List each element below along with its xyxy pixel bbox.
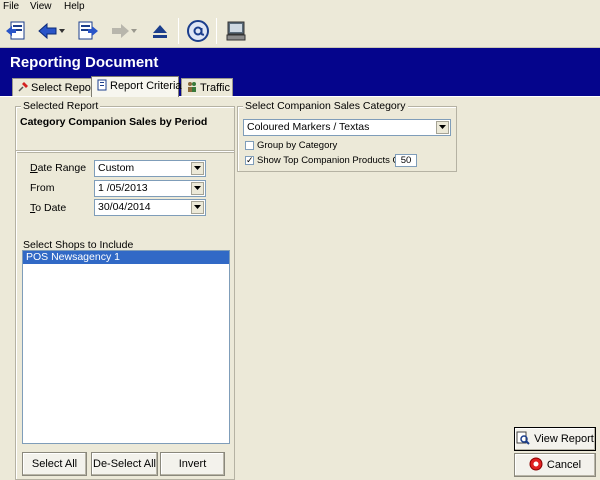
companion-category-value: Coloured Markers / Textas (247, 121, 370, 133)
pin-icon (17, 81, 29, 96)
select-all-button[interactable]: Select All (22, 452, 87, 476)
back-dropdown-icon[interactable] (56, 17, 68, 45)
to-date-picker[interactable]: 30/04/2014 (94, 199, 206, 216)
invert-button[interactable]: Invert (160, 452, 225, 476)
tab-strip: Select Report Report Criteria Traffic (0, 76, 600, 97)
date-range-label: Date Range (30, 162, 87, 174)
tab-report-criteria-label: Report Criteria (110, 80, 182, 92)
companion-category-group: Select Companion Sales Category Coloured… (237, 100, 457, 172)
checkmark-icon: ✓ (246, 155, 254, 165)
tab-traffic-label: Traffic (200, 82, 230, 94)
from-date-value: 1 /05/2013 (98, 182, 148, 194)
eject-icon[interactable] (146, 17, 174, 45)
document-icon (96, 79, 108, 94)
tab-report-criteria[interactable]: Report Criteria (91, 76, 182, 97)
group-by-category-checkbox[interactable] (245, 141, 254, 150)
selected-report-group: Selected Report Category Companion Sales… (15, 100, 235, 153)
people-icon (186, 81, 198, 96)
selected-report-title: Selected Report (21, 100, 101, 112)
top-count-input[interactable]: 50 (395, 154, 417, 167)
deselect-all-button[interactable]: De-Select All (91, 452, 158, 476)
menu-bar: File View Help (0, 0, 600, 14)
report-criteria-panel: Selected Report Category Companion Sales… (0, 96, 600, 480)
cancel-button[interactable]: Cancel (514, 453, 596, 477)
group-by-category-label: Group by Category (257, 140, 338, 151)
title-bar: Reporting Document (0, 48, 600, 78)
show-top-checkbox[interactable]: ✓ (245, 155, 254, 165)
computer-icon[interactable] (222, 17, 250, 45)
to-date-label: To Date (30, 202, 67, 214)
cancel-icon (529, 457, 543, 479)
tab-traffic[interactable]: Traffic (181, 78, 233, 96)
to-date-value: 30/04/2014 (98, 201, 151, 213)
tab-select-report-label: Select Report (31, 82, 98, 94)
cancel-label: Cancel (546, 459, 582, 471)
chevron-down-icon[interactable] (191, 182, 204, 195)
companion-category-title: Select Companion Sales Category (243, 100, 408, 112)
tab-select-report[interactable]: Select Report (12, 78, 98, 96)
toolbar (0, 14, 600, 48)
view-report-label: View Report (534, 433, 594, 445)
email-at-icon[interactable] (184, 17, 212, 45)
from-date-picker[interactable]: 1 /05/2013 (94, 180, 206, 197)
menu-file[interactable]: File (3, 1, 19, 12)
view-report-button[interactable]: View Report (514, 427, 596, 451)
from-label: From (30, 182, 55, 194)
magnifier-report-icon (516, 431, 530, 453)
show-top-label: Show Top Companion Products Only (257, 155, 413, 166)
date-range-value: Custom (98, 162, 135, 174)
document-forward-icon[interactable] (74, 17, 102, 45)
document-exit-icon[interactable] (2, 17, 30, 45)
criteria-group: Date Range Custom From 1 /05/2013 To Dat… (15, 150, 235, 480)
menu-help[interactable]: Help (64, 1, 85, 12)
page-title: Reporting Document (10, 54, 159, 71)
selected-report-name: Category Companion Sales by Period (20, 116, 208, 128)
date-range-select[interactable]: Custom (94, 160, 206, 177)
chevron-down-icon[interactable] (436, 121, 449, 134)
chevron-down-icon[interactable] (191, 201, 204, 214)
menu-view[interactable]: View (30, 1, 52, 12)
companion-category-select[interactable]: Coloured Markers / Textas (243, 119, 451, 136)
chevron-down-icon[interactable] (191, 162, 204, 175)
shops-list[interactable]: POS Newsagency 1 (22, 250, 230, 444)
list-item[interactable]: POS Newsagency 1 (23, 251, 229, 264)
forward-dropdown-icon (128, 17, 140, 45)
